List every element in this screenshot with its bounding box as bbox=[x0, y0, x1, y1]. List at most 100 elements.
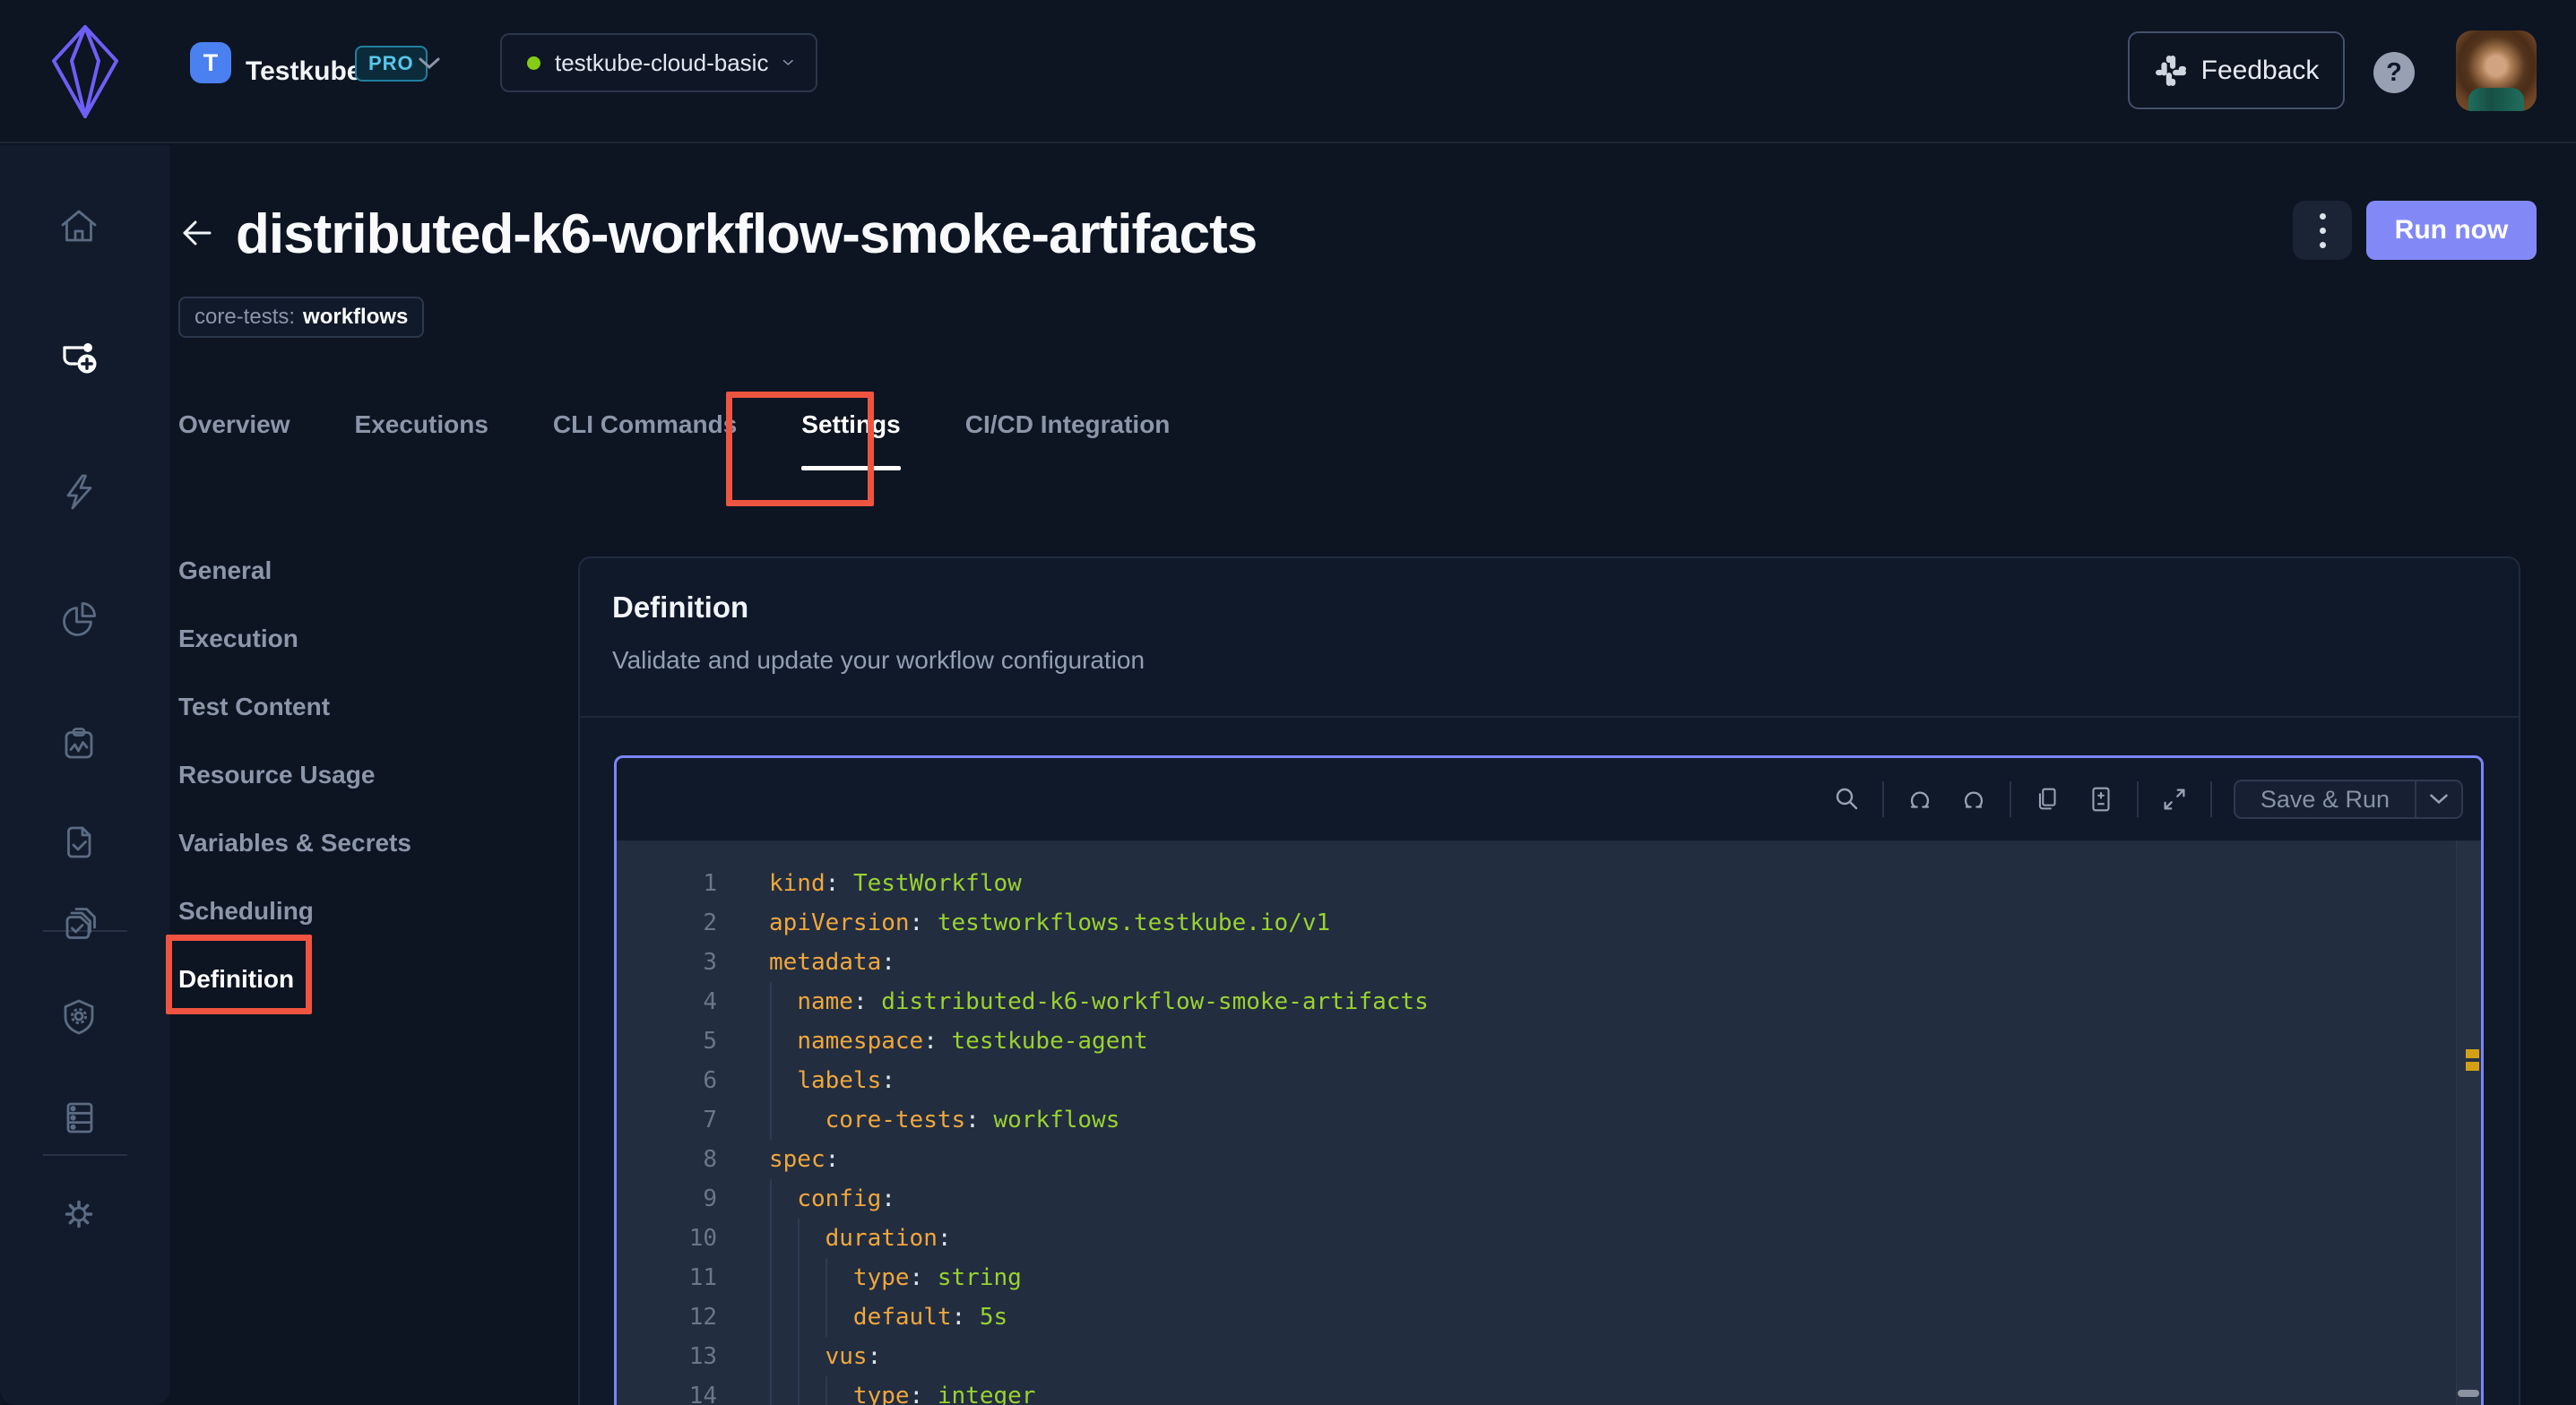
test-suites-documents-icon bbox=[58, 904, 99, 945]
sidebar-item-settings[interactable] bbox=[58, 1194, 99, 1235]
code-line[interactable]: 5 namespace: testkube-agent bbox=[617, 1021, 2481, 1061]
code-line[interactable]: 13 vus: bbox=[617, 1337, 2481, 1376]
editor-copy-button[interactable] bbox=[2029, 781, 2065, 817]
editor-content[interactable]: 1kind: TestWorkflow 2 apiVersion: testwor… bbox=[617, 840, 2481, 1405]
editor-fullscreen-button[interactable] bbox=[2157, 781, 2192, 817]
sidebar-item-test-health[interactable] bbox=[58, 723, 99, 764]
sidebar-item-home[interactable] bbox=[58, 206, 99, 247]
settings-nav-resource-usage[interactable]: Resource Usage bbox=[178, 741, 411, 809]
code-line[interactable]: 1kind: TestWorkflow bbox=[617, 864, 2481, 903]
code-line[interactable]: 7 core-tests: workflows bbox=[617, 1100, 2481, 1140]
line-code: labels: bbox=[769, 1067, 895, 1094]
org-chevron-down-icon[interactable] bbox=[418, 56, 441, 71]
environment-name: testkube-cloud-basic bbox=[555, 49, 768, 77]
label-key: core-tests: bbox=[194, 305, 295, 330]
sidebar-item-tests[interactable] bbox=[58, 822, 99, 863]
testkube-logo-icon[interactable] bbox=[50, 23, 120, 120]
line-number: 4 bbox=[617, 988, 717, 1015]
slack-icon bbox=[2154, 54, 2188, 88]
insights-pie-icon bbox=[58, 598, 99, 639]
code-line[interactable]: 11 type: string bbox=[617, 1258, 2481, 1297]
editor-diff-button[interactable] bbox=[2083, 781, 2119, 817]
indent-guide bbox=[798, 1219, 800, 1405]
annotation-box-settings-tab bbox=[726, 392, 874, 506]
tests-document-check-icon bbox=[58, 822, 99, 863]
line-code: type: integer bbox=[769, 1383, 1035, 1405]
line-code: vus: bbox=[769, 1343, 881, 1370]
line-code: duration: bbox=[769, 1225, 952, 1252]
help-button[interactable]: ? bbox=[2373, 52, 2415, 93]
card-divider bbox=[580, 716, 2519, 718]
org-avatar[interactable]: T bbox=[190, 42, 231, 83]
editor-search-button[interactable] bbox=[1828, 781, 1864, 817]
editor-toolbar: Save & Run bbox=[617, 758, 2481, 840]
home-icon bbox=[58, 206, 99, 247]
code-line[interactable]: 2 apiVersion: testworkflows.testkube.io/v… bbox=[617, 903, 2481, 943]
line-code: name: distributed-k6-workflow-smoke-arti… bbox=[769, 988, 1429, 1015]
label-value: workflows bbox=[303, 305, 408, 330]
save-and-run-label: Save & Run bbox=[2235, 781, 2415, 817]
settings-nav-variables-secrets[interactable]: Variables & Secrets bbox=[178, 809, 411, 877]
line-number: 3 bbox=[617, 949, 717, 976]
save-and-run-button[interactable]: Save & Run bbox=[2234, 780, 2463, 819]
line-number: 8 bbox=[617, 1146, 717, 1173]
search-icon bbox=[1830, 783, 1863, 815]
save-and-run-dropdown[interactable] bbox=[2416, 781, 2461, 817]
tab-overview[interactable]: Overview bbox=[178, 399, 290, 470]
main-sidebar bbox=[0, 145, 170, 1405]
diff-icon bbox=[2086, 784, 2116, 815]
sidebar-item-insights[interactable] bbox=[58, 598, 99, 639]
kebab-icon bbox=[2320, 213, 2326, 220]
plan-badge: PRO bbox=[355, 46, 428, 82]
settings-nav-execution[interactable]: Execution bbox=[178, 605, 411, 673]
code-line[interactable]: 10 duration: bbox=[617, 1219, 2481, 1258]
feedback-button[interactable]: Feedback bbox=[2128, 31, 2345, 109]
code-line[interactable]: 3 metadata: bbox=[617, 943, 2481, 982]
sidebar-item-add-test-workflow[interactable] bbox=[58, 338, 99, 379]
org-name[interactable]: Testkube bbox=[246, 0, 361, 143]
add-test-workflow-icon bbox=[58, 338, 99, 379]
sidebar-item-executors[interactable] bbox=[58, 996, 99, 1038]
annotation-box-definition-nav bbox=[166, 935, 312, 1014]
settings-nav-general[interactable]: General bbox=[178, 537, 411, 605]
editor-redo-button[interactable] bbox=[1956, 781, 1992, 817]
editor-undo-button[interactable] bbox=[1902, 781, 1938, 817]
line-code: namespace: testkube-agent bbox=[769, 1028, 1148, 1055]
code-line[interactable]: 6 labels: bbox=[617, 1061, 2481, 1100]
environment-selector[interactable]: testkube-cloud-basic bbox=[500, 33, 817, 92]
line-number: 10 bbox=[617, 1225, 717, 1252]
copy-icon bbox=[2032, 784, 2062, 815]
back-button[interactable] bbox=[179, 215, 215, 251]
tab-executions[interactable]: Executions bbox=[355, 399, 488, 470]
sources-server-icon bbox=[58, 1097, 99, 1138]
sidebar-item-triggers[interactable] bbox=[58, 471, 99, 513]
code-line[interactable]: 12 default: 5s bbox=[617, 1297, 2481, 1337]
page-title: distributed-k6-workflow-smoke-artifacts bbox=[236, 203, 1257, 266]
line-code: default: 5s bbox=[769, 1304, 1007, 1331]
triggers-lightning-icon bbox=[58, 471, 99, 513]
indent-guide bbox=[826, 1376, 827, 1405]
code-line[interactable]: 8spec: bbox=[617, 1140, 2481, 1179]
line-number: 2 bbox=[617, 909, 717, 936]
code-line[interactable]: 9 config: bbox=[617, 1179, 2481, 1219]
more-actions-button[interactable] bbox=[2293, 201, 2352, 260]
tab-ci-cd-integration[interactable]: CI/CD Integration bbox=[965, 399, 1171, 470]
tab-cli-commands[interactable]: CLI Commands bbox=[553, 399, 737, 470]
back-arrow-icon bbox=[179, 215, 215, 251]
indent-guide bbox=[770, 982, 772, 1140]
settings-gear-icon bbox=[58, 1194, 99, 1235]
sidebar-item-test-suites[interactable] bbox=[58, 904, 99, 945]
run-now-button[interactable]: Run now bbox=[2366, 201, 2537, 260]
sidebar-item-sources[interactable] bbox=[58, 1097, 99, 1138]
feedback-label: Feedback bbox=[2201, 56, 2320, 86]
line-code: metadata: bbox=[769, 949, 895, 976]
settings-nav-test-content[interactable]: Test Content bbox=[178, 673, 411, 741]
user-avatar[interactable] bbox=[2456, 30, 2537, 111]
code-line[interactable]: 4 name: distributed-k6-workflow-smoke-ar… bbox=[617, 982, 2481, 1021]
code-line[interactable]: 14 type: integer bbox=[617, 1376, 2481, 1405]
redo-icon bbox=[1958, 784, 1989, 815]
line-number: 12 bbox=[617, 1304, 717, 1331]
editor-scrollbar-thumb[interactable] bbox=[2458, 1390, 2479, 1397]
environment-status-dot bbox=[527, 56, 540, 70]
line-code: apiVersion: testworkflows.testkube.io/v1 bbox=[769, 909, 1330, 936]
